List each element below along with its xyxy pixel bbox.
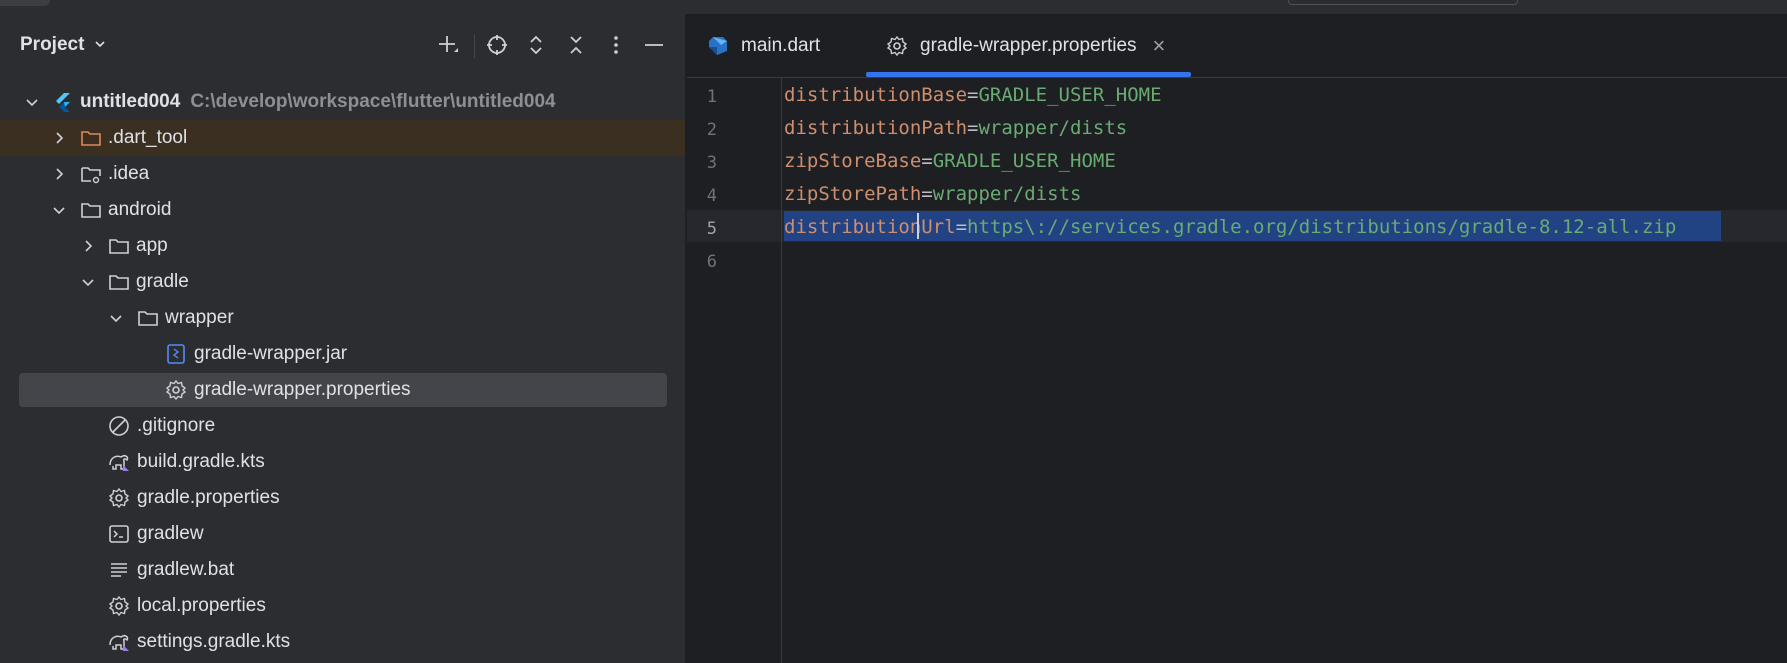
tree-item-gitignore[interactable]: .gitignore [0,408,685,444]
tree-root-label: untitled004 C:\develop\workspace\flutter\… [80,91,556,112]
project-title[interactable]: Project [20,34,84,56]
dart-icon [707,35,729,57]
chevron-down-icon[interactable] [108,310,124,326]
tree-item-label: app [136,235,168,256]
tree-item-label: gradlew.bat [137,559,235,580]
chevron-right-icon[interactable] [51,130,67,146]
text-caret [917,213,919,239]
tree-item-gradle-properties[interactable]: gradle.properties [0,480,685,516]
editor-area: main.dart gradle-wrapper.properties × 1 … [687,14,1787,663]
collapse-all-icon[interactable] [561,30,591,60]
code-line[interactable]: distributionBase=GRADLE_USER_HOME [784,84,1162,106]
tree-item-android[interactable]: android [0,192,685,228]
folder-icon [107,270,131,294]
tree-item-label: local.properties [137,595,266,616]
code-line[interactable]: distributionPath=wrapper/dists [784,117,1127,139]
tree-item-label: android [108,199,172,220]
gear-icon [164,378,188,402]
tree-item-settings-gradle-kts[interactable]: settings.gradle.kts [0,624,685,660]
tree-item-local-properties[interactable]: local.properties [0,588,685,624]
tree-root-row[interactable]: untitled004 C:\develop\workspace\flutter\… [0,84,685,120]
tree-item-gradle-wrapper-jar[interactable]: gradle-wrapper.jar [0,336,685,372]
gear-icon [886,35,908,57]
tab-label: main.dart [741,34,821,56]
main-menu-pill[interactable] [0,0,50,6]
tab-main-dart[interactable]: main.dart [707,14,820,77]
window-top-strip [0,0,1787,14]
minimize-icon[interactable] [639,30,669,60]
line-number: 4 [706,186,717,206]
tab-label: gradle-wrapper.properties [920,34,1137,56]
tree-item-label: gradlew [137,523,204,544]
tree-item-label: settings.gradle.kts [137,631,291,652]
tree-item-idea[interactable]: .idea [0,156,685,192]
tree-item-app[interactable]: app [0,228,685,264]
editor-tabs: main.dart gradle-wrapper.properties × [687,14,1787,78]
crosshair-icon[interactable] [482,30,512,60]
code-line[interactable]: zipStorePath=wrapper/dists [784,183,1081,205]
line-number: 6 [706,252,717,272]
line-gutter: 1 2 3 4 5 6 [687,77,782,663]
tree-item-gradle[interactable]: gradle [0,264,685,300]
chevron-right-icon[interactable] [80,238,96,254]
active-tab-indicator [866,72,1191,77]
tab-gradle-wrapper-properties[interactable]: gradle-wrapper.properties × [886,14,1165,77]
folder-icon [79,126,103,150]
config-folder-icon [79,162,103,186]
chevron-down-icon[interactable] [24,94,40,110]
tree-item-label: .idea [108,163,150,184]
ignore-icon [107,414,131,438]
tree-item-gradlew[interactable]: gradlew [0,516,685,552]
tree-item-gradlew-bat[interactable]: gradlew.bat [0,552,685,588]
gear-icon [107,486,131,510]
folder-icon [107,234,131,258]
line-number: 1 [706,87,717,107]
tree-item-wrapper[interactable]: wrapper [0,300,685,336]
tree-item-label: .gitignore [137,415,216,436]
tree-item-gradle-wrapper-properties[interactable]: gradle-wrapper.properties [0,372,685,408]
tree-item-dart-tool[interactable]: .dart_tool [0,120,685,156]
line-number: 5 [706,219,717,239]
chevron-down-icon[interactable] [51,202,67,218]
gear-icon [107,594,131,618]
tree-item-label: gradle.properties [137,487,280,508]
close-icon[interactable]: × [1153,33,1166,59]
expand-all-icon[interactable] [521,30,551,60]
search-everywhere-field[interactable] [1288,0,1518,5]
project-header: Project [0,14,685,78]
line-number: 3 [706,153,717,173]
plus-icon[interactable] [433,30,463,60]
tree-item-label: .dart_tool [108,127,188,148]
text-file-icon [107,558,131,582]
jar-icon [164,342,188,366]
more-vertical-icon[interactable] [601,30,631,60]
tree-item-label: gradle-wrapper.jar [194,343,348,364]
chevron-down-icon[interactable] [80,274,96,290]
project-tool-window: Project untitled004 C:\develop\workspace… [0,14,685,663]
chevron-down-icon[interactable] [92,36,108,52]
flutter-icon [51,90,75,114]
tree-item-label: gradle [136,271,189,292]
gradle-elephant-icon [107,630,131,654]
chevron-right-icon[interactable] [51,166,67,182]
folder-icon [136,306,160,330]
folder-icon [79,198,103,222]
gradle-elephant-icon [107,450,131,474]
toolbar-separator [474,34,475,58]
tree-item-label: build.gradle.kts [137,451,265,472]
code-line[interactable]: zipStoreBase=GRADLE_USER_HOME [784,150,1116,172]
line-number: 2 [706,120,717,140]
tree-item-build-gradle-kts[interactable]: build.gradle.kts [0,444,685,480]
terminal-icon [107,522,131,546]
tree-item-label: wrapper [165,307,234,328]
tree-item-label: gradle-wrapper.properties [194,379,411,400]
